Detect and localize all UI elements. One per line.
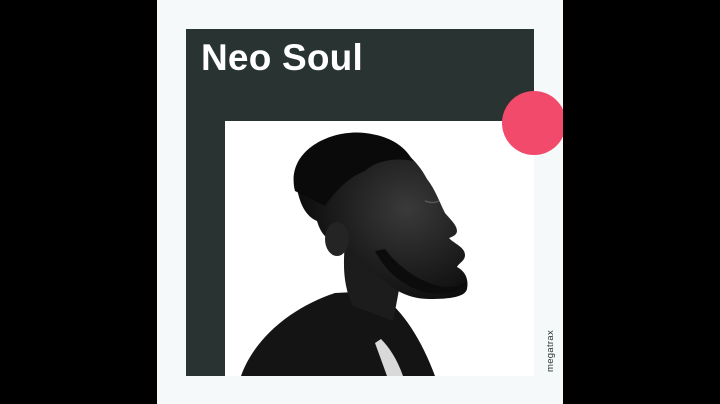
accent-circle: [502, 91, 563, 155]
video-frame: Neo Soul megatrax: [0, 0, 720, 404]
album-cover: Neo Soul megatrax: [157, 0, 563, 404]
cover-title: Neo Soul: [201, 37, 363, 78]
brand-label: megatrax: [545, 329, 556, 372]
portrait-silhouette: [225, 121, 534, 376]
portrait-photo: [225, 121, 534, 376]
